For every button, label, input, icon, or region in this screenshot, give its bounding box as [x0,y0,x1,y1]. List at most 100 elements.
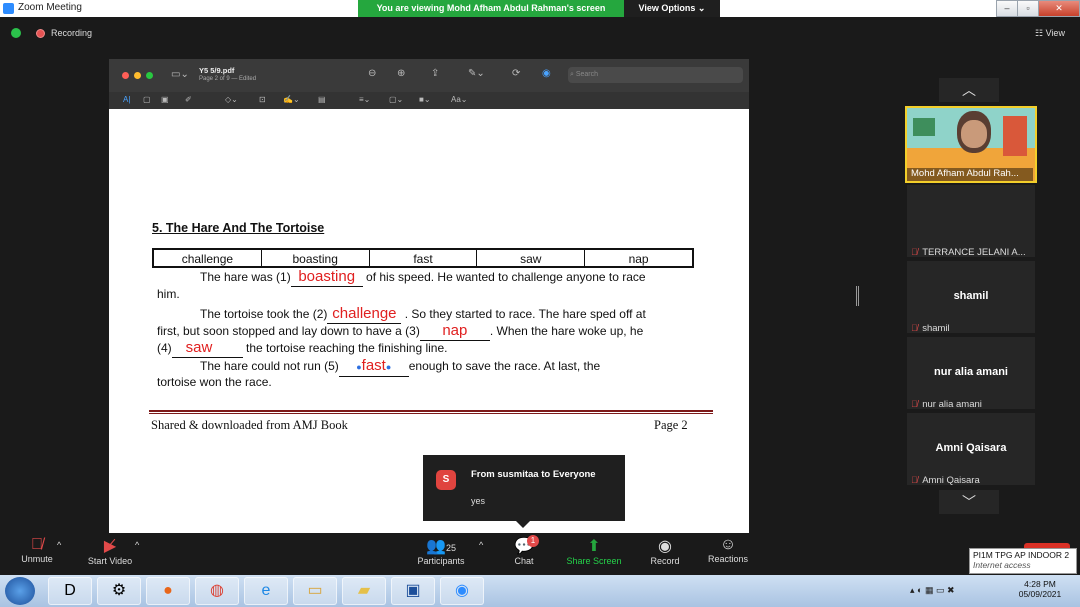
chat-pointer [516,521,530,528]
taskbar-app-dict-icon[interactable]: D [48,577,92,605]
chat-badge: 1 [527,535,539,547]
taskbar-zoom-icon[interactable]: ◉ [440,577,484,605]
answer-5: fast [361,357,386,374]
panel-splitter[interactable] [856,286,859,306]
recording-icon [36,29,45,38]
text: The hare was (1) [200,270,291,284]
instant-alpha-icon[interactable]: ▣ [161,95,169,104]
participant-tile[interactable]: shamil 🎙̸ shamil [907,261,1035,334]
share-screen-label: Share Screen [566,556,622,566]
minimize-light-icon[interactable] [134,72,141,79]
note-icon[interactable]: ▤ [318,95,326,104]
clock[interactable]: 4:28 PM 05/09/2021 [1010,579,1070,599]
chat-notification[interactable]: S From susmitaa to Everyone yes [423,455,625,521]
preview-toolbar: ▭⌄ Y5 5/9.pdf Page 2 of 9 — Edited ⊖ ⊕ ⇪… [109,59,749,92]
chat-message: yes [471,496,486,506]
participant-name: Amni Qaisara [922,475,980,486]
sidebar-icon[interactable]: ▭⌄ [171,69,189,80]
text: of his speed. He wanted to challenge any… [362,270,646,284]
zoom-logo-icon [3,3,14,14]
taskbar-app-icon[interactable]: ▣ [391,577,435,605]
record-button[interactable]: ◉ Record [645,536,685,566]
view-button[interactable]: ☷ View [1035,28,1065,39]
text: first, but soon stopped and lay down to … [157,324,420,338]
network-tooltip: PI1M TPG AP INDOOR 2 Internet access [969,548,1077,574]
start-video-label: Start Video [87,556,133,566]
zoom-light-icon[interactable] [146,72,153,79]
taskbar-ie-icon[interactable]: e [244,577,288,605]
zoom-in-icon[interactable]: ⊕ [397,68,405,79]
answer-blank-5: ●fast● [338,357,409,377]
text-style-icon[interactable]: Aa⌄ [451,95,468,104]
participant-tile[interactable]: nur alia amani 🎙̸ nur alia amani [907,337,1035,412]
participant-tile[interactable]: 🎙̸ TERRANCE JELANI A... [907,185,1035,260]
video-options-caret[interactable]: ^ [135,540,139,550]
mic-muted-icon: 🎙̸ [911,323,918,333]
mic-muted-icon: 🎙̸ [911,399,918,409]
sketch-icon[interactable]: ✐ [185,95,192,104]
window-title: Zoom Meeting [18,2,82,13]
participant-label: 🎙̸ TERRANCE JELANI A... [911,242,1026,260]
security-shield-icon[interactable] [11,28,21,38]
text: enough to save the race. At last, the [408,359,601,373]
markup-pen-icon[interactable]: ✎⌄ [468,68,485,79]
markup-icon[interactable]: ◉ [542,68,551,79]
reactions-button[interactable]: ☺ Reactions [704,536,752,564]
fill-color-icon[interactable]: ■⌄ [419,95,431,104]
search-input[interactable]: ⌕ Search [568,67,743,83]
shape-style-icon[interactable]: ≡⌄ [359,95,370,104]
taskbar-explorer-icon[interactable]: ▭ [293,577,337,605]
share-screen-button[interactable]: ⬆ Share Screen [563,536,625,566]
participants-button[interactable]: 👥25 Participants [412,536,470,566]
tray-icons[interactable]: ▴ ◐ ▦ ▭ ✖ [910,585,955,596]
sender-avatar: S [436,470,456,490]
participant-label: 🎙̸ nur alia amani [911,394,982,412]
answer-blank-4: saw [171,339,243,358]
zoom-out-icon[interactable]: ⊖ [368,68,376,79]
answer-2: challenge [332,305,397,322]
start-video-button[interactable]: ▶̸ Start Video [84,536,136,566]
taskbar-firefox-icon[interactable]: ● [146,577,190,605]
maximize-button[interactable]: ▫ [1017,0,1039,17]
minimize-button[interactable]: – [996,0,1018,17]
text-select-icon[interactable]: A| [123,95,130,104]
footer-rule [149,410,713,412]
border-color-icon[interactable]: ▢⌄ [389,95,403,104]
text: The tortoise took the (2) [200,307,328,321]
share-icon[interactable]: ⇪ [431,68,439,79]
participant-name: nur alia amani [922,399,982,410]
textbox-icon[interactable]: ⊡ [259,95,266,104]
start-button[interactable] [5,577,35,605]
participants-options-caret[interactable]: ^ [479,540,483,550]
network-name: PI1M TPG AP INDOOR 2 [973,550,1070,560]
close-window-button[interactable]: ✕ [1038,0,1080,17]
record-label: Record [650,556,680,566]
participant-tile[interactable]: Amni Qaisara 🎙̸ Amni Qaisara [907,413,1035,486]
answer-4: saw [185,339,213,356]
rect-select-icon[interactable]: ▢ [143,95,151,104]
taskbar-folder-icon[interactable]: ▰ [342,577,386,605]
answer-3: nap [442,322,468,339]
recording-label[interactable]: Recording [51,28,92,38]
scroll-up-button[interactable]: ︿ [939,78,999,102]
record-icon: ◉ [658,538,672,555]
close-light-icon[interactable] [122,72,129,79]
view-label: View [1045,28,1065,38]
view-options-button[interactable]: View Options ⌄ [624,0,720,17]
sign-icon[interactable]: ✍⌄ [283,95,300,104]
taskbar-app-tool-icon[interactable]: ⚙ [97,577,141,605]
active-speaker-tile[interactable]: Mohd Afham Abdul Rah... [905,106,1037,183]
audio-options-caret[interactable]: ^ [57,540,61,550]
unmute-button[interactable]: 🎙̸ Unmute [14,536,60,564]
participant-name: TERRANCE JELANI A... [922,247,1026,258]
shapes-icon[interactable]: ◇⌄ [225,95,238,104]
scroll-down-button[interactable]: ﹀ [939,490,999,514]
text: the tortoise reaching the finishing line… [242,341,448,355]
mic-muted-icon: 🎙̸ [911,475,918,485]
taskbar-chrome-icon[interactable]: ◍ [195,577,239,605]
rotate-icon[interactable]: ⟳ [512,68,520,79]
selection-handle-icon: ● [385,362,392,372]
chevron-down-icon: ﹀ [962,494,976,510]
decor-shape [1003,116,1027,156]
word-bank-cell: nap [628,252,649,266]
